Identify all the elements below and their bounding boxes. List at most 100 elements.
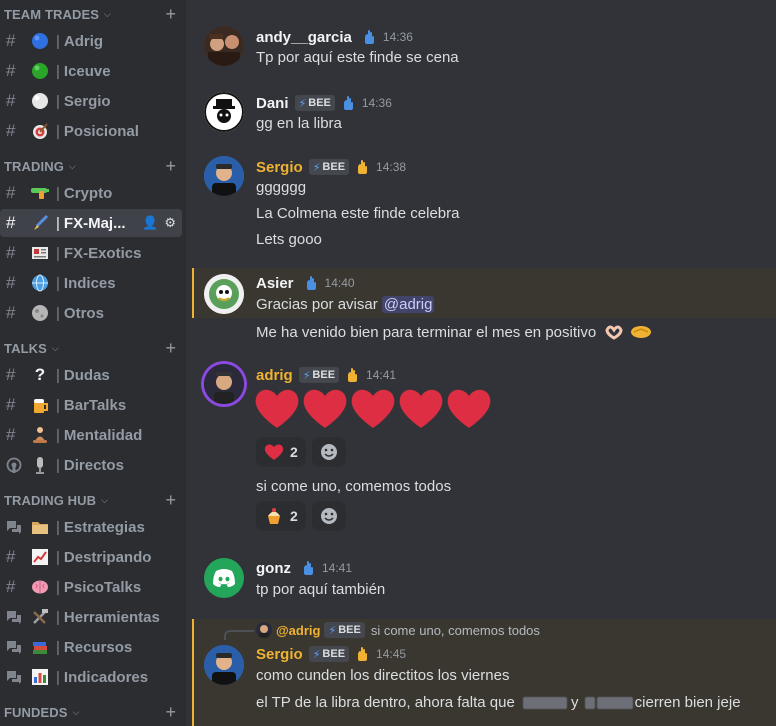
forum-channel-icon — [6, 669, 26, 685]
add-reaction-button[interactable] — [312, 501, 346, 531]
reaction-heart[interactable]: 2 — [256, 437, 306, 467]
add-channel-icon[interactable]: + — [165, 156, 176, 176]
forum-channel-icon — [6, 639, 26, 655]
hand-badge-icon — [360, 28, 378, 46]
gear-icon[interactable]: ⚙ — [164, 215, 176, 231]
server-tag[interactable]: ⚡ BEE — [308, 159, 350, 175]
timestamp: 14:36 — [382, 30, 413, 44]
red-heart-icon — [264, 444, 284, 460]
red-heart-icon — [303, 389, 347, 428]
message-list: andy__garcia 14:36 Tp por aquí este find… — [190, 0, 776, 726]
text-channel-icon: # — [6, 273, 16, 292]
server-tag[interactable]: ⚡ BEE — [298, 367, 340, 383]
category-team-trades[interactable]: TEAM TRADES ⌵ + — [0, 4, 186, 24]
message-text: Gracias por avisar @adrig — [256, 296, 435, 313]
message-text: Lets gooo — [256, 231, 322, 248]
server-tag[interactable]: ⚡ BEE — [294, 95, 335, 111]
channel-otros[interactable]: # | Otros — [0, 299, 182, 327]
message-header: Asier 14:40 — [256, 274, 355, 292]
channel-iceuve[interactable]: # | Iceuve — [0, 57, 182, 85]
reply-username[interactable]: @adrig — [276, 623, 320, 638]
reply-reference[interactable]: @adrig ⚡ BEE si come uno, comemos todos — [256, 622, 540, 638]
channel-posicional[interactable]: # | Posicional — [0, 117, 182, 145]
message-text: Tp por aquí este finde se cena — [256, 49, 459, 66]
channel-adrig[interactable]: # | Adrig — [0, 27, 182, 55]
channel-estrategias[interactable]: | Estrategias — [0, 513, 182, 541]
stage-channel-icon — [6, 457, 26, 473]
avatar[interactable] — [204, 26, 244, 66]
handshake-emoji-icon — [630, 322, 652, 344]
message-header: Sergio ⚡ BEE 14:45 — [256, 645, 406, 663]
chevron-down-icon: ⌵ — [101, 494, 108, 505]
discord-logo-icon — [213, 569, 235, 587]
channel-indices[interactable]: # | Indices — [0, 269, 182, 297]
category-fundeds[interactable]: FUNDEDS ⌵ + — [0, 702, 186, 722]
add-channel-icon[interactable]: + — [165, 490, 176, 510]
avatar[interactable] — [204, 558, 244, 598]
channel-mentalidad[interactable]: # | Mentalidad — [0, 421, 182, 449]
reply-text: si come uno, comemos todos — [370, 622, 540, 638]
add-channel-icon[interactable]: + — [165, 4, 176, 24]
username[interactable]: Sergio — [256, 646, 303, 663]
channel-dudas[interactable]: # ? | Dudas — [0, 361, 182, 389]
timestamp: 14:38 — [376, 160, 407, 174]
avatar[interactable] — [204, 92, 244, 132]
reaction-cupcake[interactable]: 2 — [256, 501, 306, 531]
channel-herramientas[interactable]: | Herramientas — [0, 603, 182, 631]
username[interactable]: Dani — [256, 95, 289, 112]
chart-increasing-icon — [28, 546, 52, 568]
user-mention[interactable]: @adrig — [381, 296, 435, 313]
category-talks[interactable]: TALKS ⌵ + — [0, 338, 186, 358]
text-channel-icon: # — [6, 547, 16, 566]
redacted-text — [596, 697, 633, 710]
channel-fx-exotics[interactable]: # | FX-Exotics — [0, 239, 182, 267]
text-channel-icon: # — [6, 213, 16, 232]
avatar[interactable] — [204, 364, 244, 404]
channel-directos[interactable]: | Directos — [0, 451, 182, 479]
gold-hand-badge-icon — [343, 366, 361, 384]
username[interactable]: Sergio — [256, 159, 303, 176]
text-channel-icon: # — [6, 577, 16, 596]
username[interactable]: gonz — [256, 560, 291, 577]
add-reaction-button[interactable] — [312, 437, 346, 467]
channel-recursos[interactable]: | Recursos — [0, 633, 182, 661]
message-header: Dani ⚡ BEE 14:36 — [256, 94, 392, 112]
channel-bartalks[interactable]: # | BarTalks — [0, 391, 182, 419]
add-channel-icon[interactable]: + — [165, 338, 176, 358]
channel-crypto[interactable]: # | Crypto — [0, 179, 182, 207]
channel-sergio[interactable]: # | Sergio — [0, 87, 182, 115]
chevron-down-icon: ⌵ — [51, 342, 59, 353]
reaction-count: 2 — [290, 508, 298, 524]
timestamp: 14:45 — [376, 647, 407, 661]
message-text: tp por aquí también — [256, 581, 386, 598]
username[interactable]: adrig — [256, 367, 293, 384]
chevron-down-icon: ⌵ — [72, 706, 80, 717]
channel-destripando[interactable]: # | Destripando — [0, 543, 182, 571]
text-channel-icon: # — [6, 425, 16, 444]
avatar[interactable] — [204, 645, 244, 685]
channel-fx-majors[interactable]: # | FX-Maj... 👤 ⚙ — [0, 209, 182, 237]
message-header: andy__garcia 14:36 — [256, 28, 413, 46]
question-icon: ? — [34, 365, 46, 384]
text-channel-icon: # — [6, 365, 16, 384]
channel-psicotalks[interactable]: # | PsicoTalks — [0, 573, 182, 601]
message-header: gonz 14:41 — [256, 559, 352, 577]
server-tag: ⚡ BEE — [324, 622, 365, 638]
brain-icon — [28, 576, 52, 598]
timestamp: 14:40 — [324, 276, 355, 290]
newspaper-icon — [28, 242, 52, 264]
message-text: si come uno, comemos todos — [256, 478, 452, 495]
category-trading[interactable]: TRADING ⌵ + — [0, 156, 186, 176]
username[interactable]: andy__garcia — [256, 29, 352, 46]
microphone-icon — [28, 454, 52, 476]
bolt-icon: ⚡ — [298, 97, 307, 110]
username[interactable]: Asier — [256, 275, 294, 292]
category-trading-hub[interactable]: TRADING HUB ⌵ + — [0, 490, 186, 510]
channel-indicadores[interactable]: | Indicadores — [0, 663, 182, 691]
bolt-icon: ⚡ — [302, 369, 311, 382]
server-tag[interactable]: ⚡ BEE — [308, 646, 350, 662]
avatar[interactable] — [204, 274, 244, 314]
add-member-icon[interactable]: 👤 — [142, 215, 158, 231]
add-channel-icon[interactable]: + — [165, 702, 176, 722]
avatar[interactable] — [204, 156, 244, 196]
